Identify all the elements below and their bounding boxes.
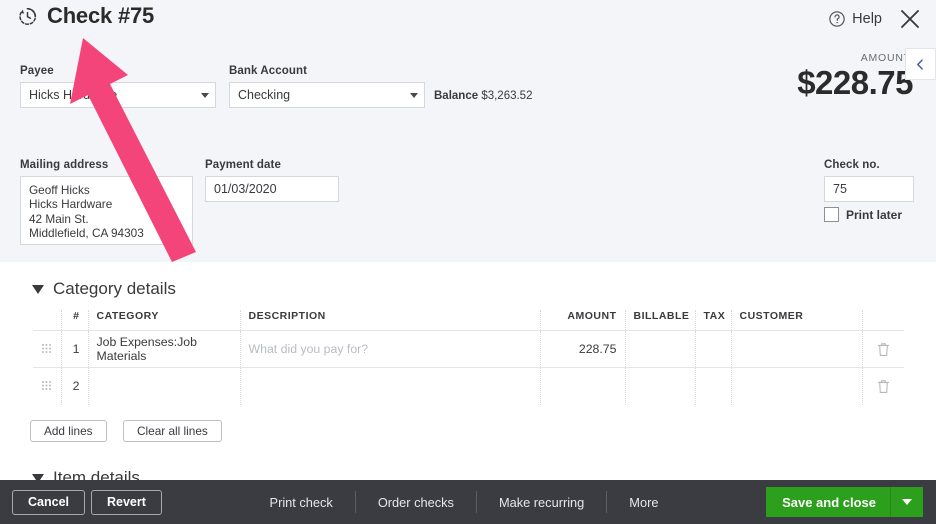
bank-account-value: Checking <box>238 88 291 102</box>
check-no-input[interactable]: 75 <box>824 176 914 202</box>
row-category[interactable]: Job Expenses:Job Materials <box>88 330 241 368</box>
more-link[interactable]: More <box>607 495 680 510</box>
payment-date-field: Payment date 01/03/2020 <box>205 159 339 202</box>
col-header-description: DESCRIPTION <box>240 310 541 331</box>
cancel-button[interactable]: Cancel <box>12 489 85 515</box>
category-details-table: # CATEGORY DESCRIPTION AMOUNT BILLABLE T… <box>33 310 904 405</box>
col-header-customer: CUSTOMER <box>731 310 863 331</box>
trash-icon <box>877 379 890 393</box>
payee-label: Payee <box>20 65 54 77</box>
check-header-panel: Check #75 Help AMOUNT $228.75 Payee Hick… <box>0 0 936 262</box>
mailing-address-label: Mailing address <box>20 159 109 171</box>
bank-account-label: Bank Account <box>229 65 308 77</box>
col-header-number: # <box>61 310 89 331</box>
amount-display: AMOUNT $228.75 <box>797 52 913 101</box>
row-customer[interactable] <box>731 330 863 368</box>
print-later-checkbox[interactable] <box>824 207 839 222</box>
col-header-amount: AMOUNT <box>540 310 626 331</box>
help-label: Help <box>852 11 882 27</box>
payee-field: Payee Hicks Hardware <box>20 65 216 108</box>
amount-label: AMOUNT <box>860 52 911 64</box>
make-recurring-link[interactable]: Make recurring <box>477 495 606 510</box>
row-delete-button[interactable] <box>862 367 904 405</box>
add-lines-button[interactable]: Add lines <box>30 420 107 442</box>
row-billable[interactable] <box>625 330 696 368</box>
col-header-tax: TAX <box>695 310 732 331</box>
table-row[interactable]: 1 Job Expenses:Job Materials What did yo… <box>33 330 904 368</box>
question-circle-icon <box>828 10 846 28</box>
row-number: 2 <box>61 367 89 405</box>
row-drag-handle[interactable] <box>33 330 62 368</box>
trash-icon <box>877 341 890 356</box>
amount-value: $228.75 <box>797 64 913 101</box>
check-no-label: Check no. <box>824 159 880 171</box>
order-checks-link[interactable]: Order checks <box>356 495 476 510</box>
row-amount[interactable] <box>540 367 626 405</box>
row-description[interactable] <box>240 367 541 405</box>
row-description[interactable]: What did you pay for? <box>240 330 541 368</box>
description-placeholder: What did you pay for? <box>248 342 369 356</box>
title-bar: Check #75 Help <box>0 0 936 42</box>
balance-label: Balance <box>434 90 479 102</box>
bank-account-field: Bank Account Checking <box>229 65 425 108</box>
close-x-icon[interactable] <box>892 7 922 31</box>
check-no-field: Check no. 75 <box>824 159 914 202</box>
clock-history-icon[interactable] <box>17 6 38 27</box>
row-category[interactable] <box>88 367 241 405</box>
save-options-dropdown[interactable] <box>891 499 923 505</box>
chevron-down-icon <box>410 92 418 98</box>
print-check-link[interactable]: Print check <box>248 495 355 510</box>
bank-account-select[interactable]: Checking <box>229 82 425 108</box>
row-billable[interactable] <box>625 367 696 405</box>
payment-date-input[interactable]: 01/03/2020 <box>205 176 339 202</box>
table-header-row: # CATEGORY DESCRIPTION AMOUNT BILLABLE T… <box>33 310 904 331</box>
balance-value: $3,263.52 <box>481 90 533 102</box>
print-later-label: Print later <box>846 207 903 222</box>
save-and-close-label: Save and close <box>782 494 877 510</box>
category-details-section-header[interactable]: Category details <box>32 279 176 299</box>
payment-date-label: Payment date <box>205 159 281 171</box>
row-customer[interactable] <box>731 367 863 405</box>
title-bar-actions: Help <box>828 7 922 31</box>
page-title: Check #75 <box>47 3 155 28</box>
save-and-close-button[interactable]: Save and close <box>766 487 924 517</box>
bank-balance: Balance $3,263.52 <box>434 90 532 102</box>
row-delete-button[interactable] <box>862 330 904 368</box>
clear-all-lines-button[interactable]: Clear all lines <box>123 420 222 442</box>
action-footer: Cancel Revert Print check Order checks M… <box>0 480 936 524</box>
row-tax[interactable] <box>695 367 732 405</box>
drag-column-header <box>33 310 62 331</box>
mailing-address-textarea[interactable]: Geoff Hicks Hicks Hardware 42 Main St. M… <box>20 176 193 245</box>
caret-down-icon <box>902 499 913 505</box>
row-number: 1 <box>61 330 89 368</box>
mailing-address-field: Mailing address Geoff Hicks Hicks Hardwa… <box>20 159 193 245</box>
print-later-checkbox-row[interactable]: Print later <box>824 207 902 222</box>
help-button[interactable]: Help <box>828 10 882 28</box>
row-tax[interactable] <box>695 330 732 368</box>
row-amount[interactable]: 228.75 <box>540 330 626 368</box>
collapse-panel-button[interactable] <box>905 48 936 80</box>
col-header-category: CATEGORY <box>88 310 241 331</box>
chevron-left-icon <box>914 58 927 71</box>
category-details-title: Category details <box>53 279 176 298</box>
check-form-window: Check #75 Help AMOUNT $228.75 Payee Hick… <box>0 0 936 524</box>
col-header-billable: BILLABLE <box>625 310 696 331</box>
table-row[interactable]: 2 <box>33 367 904 405</box>
title-group: Check #75 <box>17 5 154 27</box>
payee-value: Hicks Hardware <box>29 88 118 102</box>
delete-column-header <box>862 310 904 331</box>
payee-select[interactable]: Hicks Hardware <box>20 82 216 108</box>
row-drag-handle[interactable] <box>33 367 62 405</box>
collapse-triangle-icon <box>32 284 44 294</box>
revert-button[interactable]: Revert <box>91 489 162 515</box>
chevron-down-icon <box>201 92 209 98</box>
